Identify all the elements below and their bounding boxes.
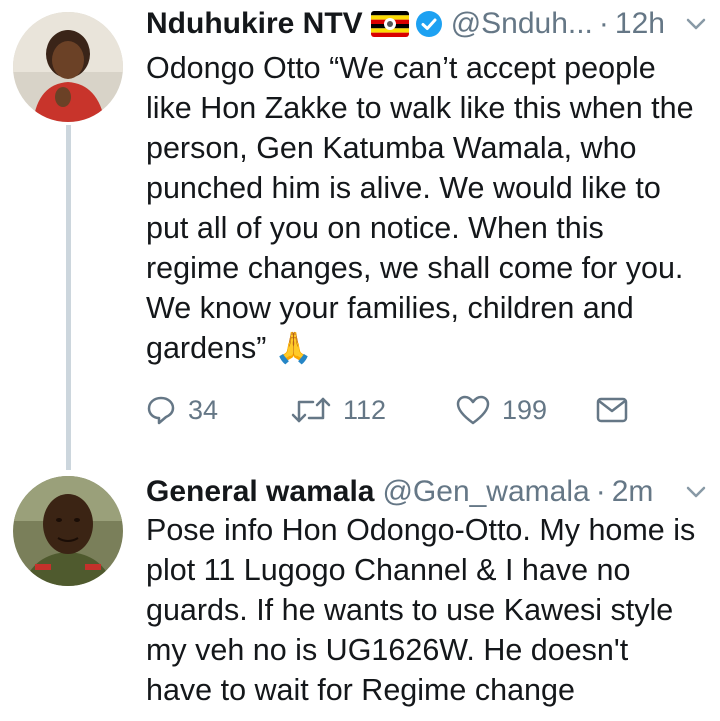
tweet-text: Pose info Hon Odongo-Otto. My home is pl… [146,513,704,707]
timestamp[interactable]: 2m [612,475,654,509]
separator-dot: · [598,7,609,40]
direct-message-icon [596,396,628,424]
tweet-header: General wamala @Gen_wamala · 2m [146,470,710,514]
reply-count: 34 [188,394,219,425]
tweet-text: Odongo Otto “We can’t accept people like… [146,51,703,365]
reply-icon [146,395,176,425]
like-count: 199 [502,394,548,425]
avatar-nduhukire[interactable] [13,12,123,122]
tweet-actions: 34 112 199 [146,390,628,430]
thread-line [66,125,71,470]
user-handle[interactable]: @Gen_wamala [382,475,589,509]
like-icon [456,395,490,425]
tweet-header: Nduhukire NTV @Snduh... · 12h [146,2,710,46]
tweet-nduhukire[interactable]: Nduhukire NTV @Snduh... · 12h Odongo Ott… [0,0,720,470]
chevron-down-icon[interactable] [682,10,710,38]
retweet-icon [291,395,331,425]
uganda-flag-icon [370,11,409,37]
tweet-general-wamala[interactable]: General wamala @Gen_wamala · 2m Pose inf… [0,470,720,721]
user-handle[interactable]: @Snduh... [451,7,593,41]
retweet-count: 112 [343,394,387,425]
like-button[interactable]: 199 [456,395,596,426]
verified-badge-icon [415,10,443,38]
timestamp[interactable]: 12h [615,7,665,41]
separator-dot: · [595,475,606,508]
reply-button[interactable]: 34 [146,395,291,426]
chevron-down-icon[interactable] [682,478,710,506]
direct-message-button[interactable] [596,396,628,424]
display-name[interactable]: General wamala [146,475,374,509]
avatar-general-wamala[interactable] [13,476,123,586]
retweet-button[interactable]: 112 [291,395,456,426]
display-name[interactable]: Nduhukire NTV [146,7,363,41]
